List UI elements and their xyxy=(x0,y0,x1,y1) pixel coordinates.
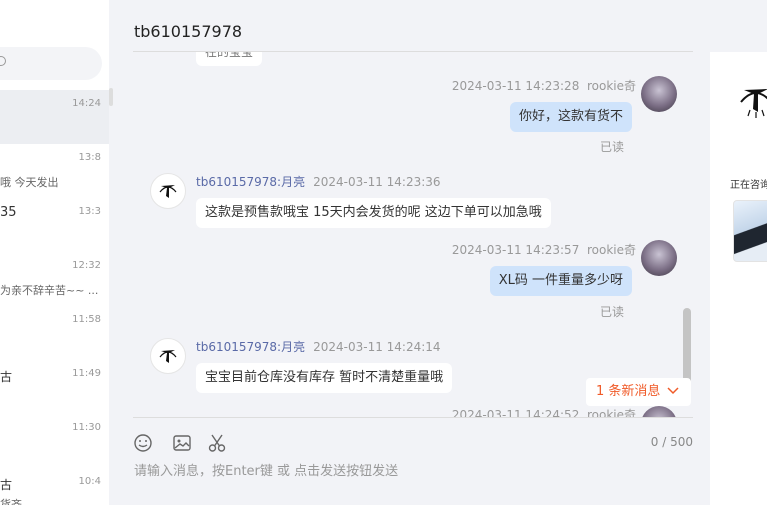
chevron-down-icon xyxy=(667,387,679,395)
product-panel: 正在咨询 xyxy=(710,52,767,505)
message-scrollbar[interactable] xyxy=(683,308,691,384)
shop-avatar[interactable] xyxy=(150,338,186,374)
message-meta: 2024-03-11 14:24:52 rookie奇 xyxy=(452,406,636,417)
product-thumbnail[interactable] xyxy=(733,200,767,262)
message-bubble: 这款是预售款哦宝 15天内会发货的呢 这边下单可以加急哦 xyxy=(196,198,551,228)
message-composer: 0 / 500 请输入消息，按Enter键 或 点击发送按钮发送 xyxy=(113,417,710,505)
message-sender: tb610157978:月亮 xyxy=(196,340,306,354)
conversation-item[interactable]: 13:8 哦 今天发出 xyxy=(0,144,109,198)
conversation-item[interactable]: 古 10:4 货齐 xyxy=(0,468,109,505)
conversation-item[interactable]: 12:32 为亲不辞辛苦~~ ... xyxy=(0,252,109,306)
conversation-name: 古 xyxy=(0,478,13,492)
message-sender: rookie奇 xyxy=(586,79,636,93)
message-timestamp: 2024-03-11 14:24:52 xyxy=(451,408,580,417)
message-bubble: XL码 一件重量多少呀 xyxy=(489,266,632,296)
user-avatar[interactable] xyxy=(641,240,677,276)
new-message-button[interactable]: 1 条新消息 xyxy=(586,378,691,406)
conversation-time: 10:4 xyxy=(78,476,101,487)
conversation-list: 14:24 13:8 哦 今天发出 35 13:3 12:32 为亲不辞辛苦~~… xyxy=(0,0,109,505)
message-timestamp: 2024-03-11 14:24:14 xyxy=(313,340,441,354)
conversation-name: 古 xyxy=(0,370,13,384)
conversation-time: 13:3 xyxy=(78,206,101,217)
user-avatar[interactable] xyxy=(641,406,677,417)
new-message-label: 1 条新消息 xyxy=(596,384,661,399)
chat-header: tb610157978 xyxy=(133,0,693,52)
message-meta: 2024-03-11 14:23:57 rookie奇 xyxy=(452,241,636,258)
conversation-time: 11:49 xyxy=(72,368,101,379)
composer-divider xyxy=(133,417,693,418)
message-sender: rookie奇 xyxy=(586,243,636,257)
conversation-item[interactable]: 35 13:3 xyxy=(0,198,109,252)
search-icon xyxy=(0,56,6,66)
message-timestamp: 2024-03-11 14:23:28 xyxy=(451,79,580,93)
conversation-item[interactable]: 14:24 xyxy=(0,90,109,144)
search-box[interactable] xyxy=(0,47,102,80)
image-icon[interactable] xyxy=(172,433,192,453)
user-avatar[interactable] xyxy=(641,76,677,112)
message-bubble: 宝宝目前仓库没有库存 暂时不清楚重量哦 xyxy=(196,363,453,393)
consulting-label: 正在咨询 xyxy=(730,180,767,191)
message-meta: tb610157978:月亮 2024-03-11 14:24:14 xyxy=(196,338,441,355)
shop-logo-icon xyxy=(159,185,177,198)
message-sender: tb610157978:月亮 xyxy=(196,175,306,189)
conversation-name: 35 xyxy=(0,205,17,220)
read-status: 已读 xyxy=(599,305,624,319)
conversation-preview: 为亲不辞辛苦~~ ... xyxy=(0,284,99,297)
shop-avatar[interactable] xyxy=(150,173,186,209)
conversation-item[interactable]: 11:30 xyxy=(0,414,109,468)
shop-logo-icon xyxy=(736,80,767,120)
char-counter: 0 / 500 xyxy=(650,435,693,449)
message-meta: 2024-03-11 14:23:28 rookie奇 xyxy=(452,77,636,94)
message-meta: tb610157978:月亮 2024-03-11 14:23:36 xyxy=(196,173,441,190)
shop-logo-icon xyxy=(159,350,177,363)
read-status: 已读 xyxy=(599,140,624,154)
emoji-icon[interactable] xyxy=(133,433,153,453)
scissors-icon[interactable] xyxy=(207,433,227,453)
message-list: 在的宝宝 2024-03-11 14:23:28 rookie奇 你好，这款有货… xyxy=(113,52,693,417)
conversation-item[interactable]: 11:58 xyxy=(0,306,109,360)
conversation-time: 14:24 xyxy=(72,98,101,109)
conversation-time: 12:32 xyxy=(72,260,101,271)
message-timestamp: 2024-03-11 14:23:57 xyxy=(451,243,580,257)
message-sender: rookie奇 xyxy=(586,408,636,417)
conversation-item[interactable]: 古 11:49 xyxy=(0,360,109,414)
message-input[interactable]: 请输入消息，按Enter键 或 点击发送按钮发送 xyxy=(134,460,398,479)
message-bubble: 在的宝宝 xyxy=(196,52,263,66)
conversation-time: 11:30 xyxy=(72,422,101,433)
message-timestamp: 2024-03-11 14:23:36 xyxy=(313,175,441,189)
chat-panel: tb610157978 在的宝宝 2024-03-11 14:23:28 roo… xyxy=(113,0,710,505)
conversation-preview: 货齐 xyxy=(0,498,22,505)
conversation-time: 11:58 xyxy=(72,314,101,325)
message-bubble: 你好，这款有货不 xyxy=(509,102,632,132)
chat-title: tb610157978 xyxy=(134,22,243,41)
conversation-time: 13:8 xyxy=(78,152,101,163)
conversation-preview: 哦 今天发出 xyxy=(0,176,59,189)
